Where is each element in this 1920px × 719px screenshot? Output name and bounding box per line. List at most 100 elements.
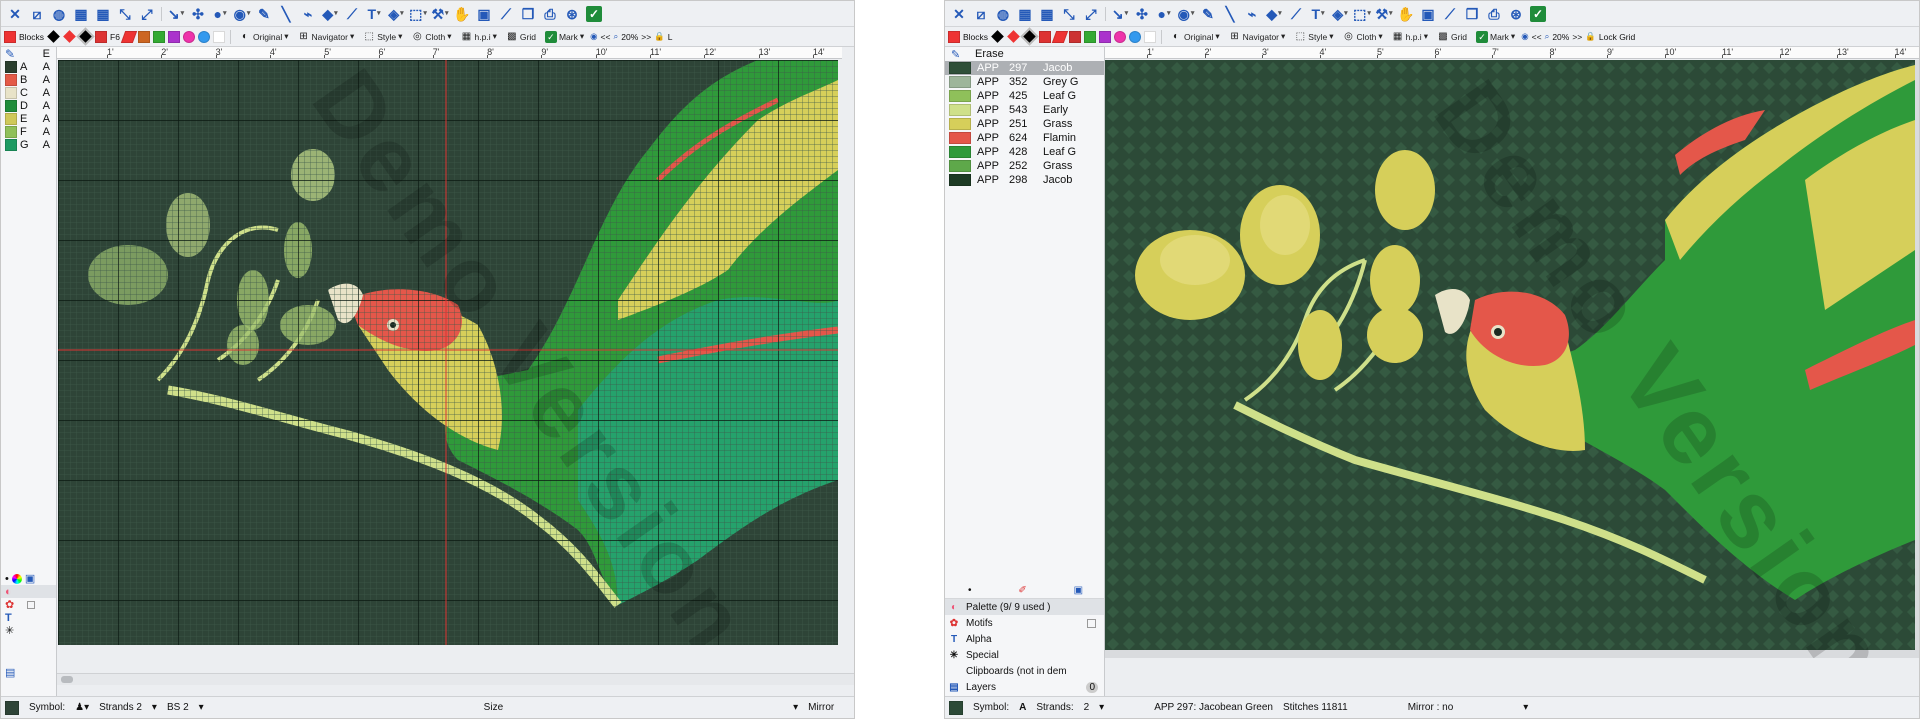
mark-button[interactable]: ✓ Mark ▾ <box>1473 30 1518 43</box>
half-stitch-tool-icon[interactable]: ⧄ <box>971 4 991 24</box>
copy-tool-icon[interactable]: ❐ <box>1462 4 1482 24</box>
line-tool-icon[interactable]: ╲ <box>1220 4 1240 24</box>
wand-tool-icon[interactable]: ⚒ <box>430 4 450 24</box>
red-diamond-icon[interactable] <box>1007 30 1020 43</box>
original-button[interactable]: ◐ Original ▾ <box>1167 31 1223 43</box>
chevron-down-icon[interactable]: ▾ <box>1523 702 1528 713</box>
french-knot-tool-icon[interactable]: ✣ <box>188 4 208 24</box>
sidebar-palette-row[interactable]: ◐ <box>1 585 56 598</box>
blue-circle-icon[interactable] <box>197 30 210 43</box>
mark-button[interactable]: ✓ Mark ▾ <box>542 30 587 43</box>
bead-tool-icon[interactable]: ● <box>1154 4 1174 24</box>
symbol-row[interactable]: CA <box>1 86 56 99</box>
copy-tool-icon[interactable]: ❐ <box>518 4 538 24</box>
dot-icon[interactable]: • <box>5 573 9 585</box>
palette-row[interactable]: APP 425 Leaf G <box>945 89 1104 103</box>
grid-button[interactable]: ▩ Grid <box>503 31 539 43</box>
strands-select[interactable]: Strands 2 <box>99 702 142 713</box>
cloth-button[interactable]: ◎ Cloth ▾ <box>1339 31 1385 43</box>
black-diamond-icon[interactable] <box>991 30 1004 43</box>
section-palette[interactable]: ◐ Palette (9/ 9 used ) <box>945 599 1104 615</box>
help-lifebuoy-icon[interactable]: ⊛ <box>562 4 582 24</box>
palette-row[interactable]: APP 428 Leaf G <box>945 145 1104 159</box>
dark-red-square-icon[interactable] <box>1069 30 1082 43</box>
black-diamond-icon[interactable] <box>47 30 60 43</box>
pink-circle-icon[interactable] <box>182 30 195 43</box>
green-square-icon[interactable] <box>152 30 165 43</box>
pink-circle-icon[interactable] <box>1114 30 1127 43</box>
pencil-icon[interactable]: ✎ <box>5 47 15 61</box>
image-icon[interactable]: ▣ <box>25 572 35 585</box>
grid-tool-icon[interactable]: ▦ <box>71 4 91 24</box>
zoom-icon[interactable]: ⌕ <box>613 31 618 42</box>
palette-row[interactable]: APP 252 Grass <box>945 159 1104 173</box>
petite-stitch-tool-icon[interactable]: ◉ <box>1176 4 1196 24</box>
line-tool-icon[interactable]: ╲ <box>276 4 296 24</box>
motifs-checkbox[interactable] <box>27 600 36 609</box>
zoom-level[interactable]: 20% <box>1552 32 1569 42</box>
grid-fill-tool-icon[interactable]: ▦ <box>1037 4 1057 24</box>
color-wheel-icon[interactable] <box>11 573 22 584</box>
link-tool-icon[interactable]: ⌁ <box>298 4 318 24</box>
section-clipboard[interactable]: Clipboards (not in dem <box>945 663 1104 679</box>
palette-row[interactable]: APP 297 Jacob <box>945 61 1104 75</box>
symbol-value[interactable]: A <box>1019 702 1026 713</box>
eye-icon[interactable]: ◉ <box>590 31 597 42</box>
pattern-canvas[interactable]: Demo Version <box>58 60 838 645</box>
symbol-row[interactable]: DA <box>1 99 56 112</box>
print-icon[interactable]: ⎙ <box>1484 4 1504 24</box>
style-button[interactable]: ⬚ Style ▾ <box>1291 31 1336 43</box>
outlined-diamond-icon[interactable] <box>1020 27 1039 46</box>
motifs-checkbox[interactable] <box>1087 618 1096 628</box>
erase-row[interactable]: ✎ Erase <box>945 47 1104 61</box>
image-icon[interactable]: ▣ <box>1074 585 1083 596</box>
red-square-icon[interactable] <box>137 30 150 43</box>
outlined-diamond-icon[interactable] <box>76 27 95 46</box>
horizontal-scrollbar[interactable] <box>57 673 854 685</box>
eye-icon[interactable]: ◉ <box>1521 31 1528 42</box>
white-square-icon[interactable] <box>212 30 225 43</box>
palette-row[interactable]: APP 352 Grey G <box>945 75 1104 89</box>
red-diamond-icon[interactable] <box>63 30 76 43</box>
green-square-icon[interactable] <box>1084 30 1097 43</box>
lock-icon[interactable]: 🔒 <box>654 31 665 42</box>
sidebar-clipboard-row[interactable] <box>1 637 56 650</box>
paint-tool-icon[interactable]: ⟋ <box>496 4 516 24</box>
fill-tool-icon[interactable]: ◈ <box>386 4 406 24</box>
symbol-row[interactable]: AA <box>1 60 56 73</box>
hand-tool-icon[interactable]: ✋ <box>1396 4 1416 24</box>
sidebar-alpha-row[interactable]: T <box>1 611 56 624</box>
pattern-canvas[interactable]: Demo Version <box>1105 60 1919 658</box>
blocks-color-swatch[interactable] <box>948 30 960 43</box>
text-tool-icon[interactable]: T <box>364 4 384 24</box>
lock-icon[interactable]: 🔒 <box>1585 31 1596 42</box>
nav-back-button[interactable]: << <box>1532 32 1542 42</box>
expand-icon[interactable]: ⤢ <box>1081 4 1101 24</box>
section-motifs[interactable]: ✿ Motifs <box>945 615 1104 631</box>
figure-icon[interactable]: ♟▾ <box>75 702 89 713</box>
nav-forward-button[interactable]: >> <box>641 32 651 42</box>
shape-tool-icon[interactable]: ◆ <box>1264 4 1284 24</box>
white-square-icon[interactable] <box>1144 30 1157 43</box>
palette-edit-icon[interactable]: ✐ <box>1018 585 1026 596</box>
print-icon[interactable]: ⎙ <box>540 4 560 24</box>
nav-forward-button[interactable]: >> <box>1572 32 1582 42</box>
grid-fill-tool-icon[interactable]: ▦ <box>93 4 113 24</box>
cross-stitch-tool-icon[interactable]: ✕ <box>949 4 969 24</box>
link-tool-icon[interactable]: ⌁ <box>1242 4 1262 24</box>
hand-tool-icon[interactable]: ✋ <box>452 4 472 24</box>
palette-row[interactable]: APP 624 Flamin <box>945 131 1104 145</box>
french-knot-tool-icon[interactable]: ✣ <box>1132 4 1152 24</box>
check-icon[interactable]: ✓ <box>584 4 604 24</box>
symbol-row[interactable]: FA <box>1 125 56 138</box>
quarter-stitch-tool-icon[interactable]: ⤡ <box>1059 4 1079 24</box>
purple-square-icon[interactable] <box>1099 30 1112 43</box>
red-square-icon[interactable] <box>1039 30 1052 43</box>
backstitch-select[interactable]: BS 2 <box>167 702 189 713</box>
navigator-button[interactable]: ⊞ Navigator ▾ <box>295 31 358 43</box>
paint-tool-icon[interactable]: ⟋ <box>1440 4 1460 24</box>
fill-tool-icon[interactable]: ◈ <box>1330 4 1350 24</box>
scroll-thumb[interactable] <box>61 676 73 683</box>
current-color-swatch[interactable] <box>5 700 19 715</box>
palette-row[interactable]: APP 543 Early <box>945 103 1104 117</box>
